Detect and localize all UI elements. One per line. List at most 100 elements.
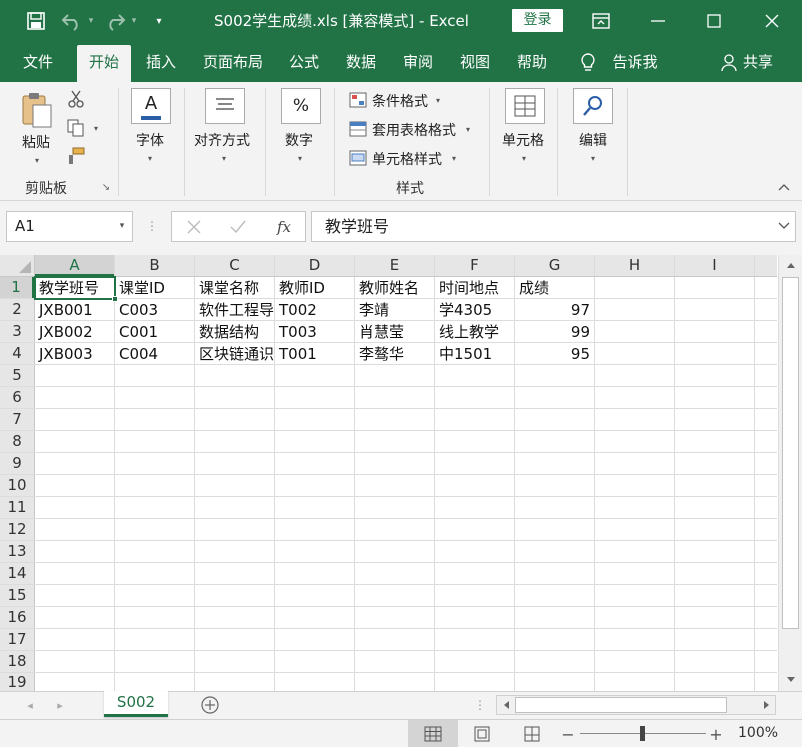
horizontal-scroll-thumb[interactable] bbox=[515, 697, 727, 713]
expand-formula-icon[interactable] bbox=[776, 219, 792, 233]
font-label[interactable]: 字体 bbox=[136, 130, 164, 150]
redo-dropdown-icon[interactable]: ▾ bbox=[129, 14, 139, 28]
more-options-icon[interactable]: ⋮ bbox=[146, 216, 158, 236]
row-header-14[interactable]: 14 bbox=[0, 563, 34, 584]
select-all-corner[interactable] bbox=[0, 255, 34, 276]
lightbulb-icon[interactable] bbox=[578, 52, 598, 74]
ribbon-display-options-icon[interactable] bbox=[590, 11, 612, 31]
close-icon[interactable] bbox=[762, 11, 782, 31]
sheet-tab-s002[interactable]: S002 bbox=[104, 691, 168, 717]
cell-b1[interactable]: 课堂ID bbox=[115, 277, 194, 299]
tab-home[interactable]: 开始 bbox=[77, 45, 131, 82]
column-header-g[interactable]: G bbox=[515, 255, 594, 276]
format-painter-icon[interactable] bbox=[66, 146, 86, 166]
horizontal-scrollbar[interactable] bbox=[496, 695, 776, 715]
vertical-scrollbar[interactable] bbox=[778, 255, 802, 691]
tab-view[interactable]: 视图 bbox=[453, 42, 497, 82]
cell-a2[interactable]: JXB001 bbox=[35, 299, 114, 321]
cell-styles-icon[interactable] bbox=[348, 149, 368, 167]
collapse-ribbon-icon[interactable] bbox=[776, 180, 792, 194]
zoom-level[interactable]: 100% bbox=[738, 725, 778, 741]
cell-a4[interactable]: JXB003 bbox=[35, 343, 114, 365]
format-as-table-icon[interactable] bbox=[348, 120, 368, 138]
row-header-19[interactable]: 19 bbox=[0, 673, 34, 691]
customize-qat-icon[interactable]: ▾ bbox=[152, 13, 166, 29]
tab-insert[interactable]: 插入 bbox=[139, 42, 183, 82]
login-button[interactable]: 登录 bbox=[512, 9, 563, 32]
conditional-format-icon[interactable] bbox=[348, 91, 368, 109]
alignment-label[interactable]: 对齐方式 bbox=[194, 130, 250, 150]
fill-handle[interactable] bbox=[112, 296, 118, 302]
cell-f4[interactable]: 中1501 bbox=[435, 343, 514, 365]
font-dropdown-icon[interactable]: ▾ bbox=[148, 154, 152, 163]
name-box[interactable]: A1 bbox=[6, 211, 133, 242]
cell-a3[interactable]: JXB002 bbox=[35, 321, 114, 343]
row-header-12[interactable]: 12 bbox=[0, 519, 34, 540]
tell-me-label[interactable]: 告诉我 bbox=[604, 42, 666, 82]
cell-c1[interactable]: 课堂名称 bbox=[195, 277, 274, 299]
row-header-1[interactable]: 1 bbox=[0, 277, 34, 298]
cell-d2[interactable]: T002 bbox=[275, 299, 354, 321]
column-header-j[interactable] bbox=[755, 255, 777, 276]
row-header-16[interactable]: 16 bbox=[0, 607, 34, 628]
page-layout-view-icon[interactable] bbox=[472, 725, 492, 743]
cell-g2[interactable]: 97 bbox=[515, 299, 594, 321]
vertical-scroll-thumb[interactable] bbox=[782, 277, 799, 629]
tab-help[interactable]: 帮助 bbox=[510, 42, 554, 82]
share-button[interactable]: 共享 bbox=[740, 42, 776, 82]
cell-styles-label[interactable]: 单元格样式 bbox=[372, 149, 442, 169]
undo-icon[interactable] bbox=[60, 10, 84, 32]
scroll-right-icon[interactable] bbox=[759, 698, 773, 712]
cells-icon[interactable] bbox=[505, 88, 545, 124]
copy-dropdown-icon[interactable]: ▾ bbox=[94, 124, 98, 133]
editing-icon[interactable] bbox=[573, 88, 613, 124]
next-sheet-icon[interactable]: ▸ bbox=[52, 697, 68, 713]
cell-f3[interactable]: 线上教学 bbox=[435, 321, 514, 343]
insert-function-icon[interactable]: fx bbox=[272, 216, 296, 238]
maximize-icon[interactable] bbox=[704, 11, 724, 31]
add-sheet-icon[interactable] bbox=[200, 695, 220, 715]
row-header-13[interactable]: 13 bbox=[0, 541, 34, 562]
cell-c3[interactable]: 数据结构 bbox=[195, 321, 274, 343]
cell-b3[interactable]: C001 bbox=[115, 321, 194, 343]
row-header-4[interactable]: 4 bbox=[0, 343, 34, 364]
column-header-f[interactable]: F bbox=[435, 255, 514, 276]
row-header-11[interactable]: 11 bbox=[0, 497, 34, 518]
user-icon[interactable] bbox=[719, 53, 739, 73]
editing-dropdown-icon[interactable]: ▾ bbox=[591, 154, 595, 163]
zoom-in-icon[interactable]: + bbox=[708, 725, 724, 744]
scroll-up-icon[interactable] bbox=[783, 257, 799, 273]
column-header-e[interactable]: E bbox=[355, 255, 434, 276]
minimize-icon[interactable] bbox=[648, 11, 668, 31]
cell-f2[interactable]: 学4305 bbox=[435, 299, 514, 321]
row-header-10[interactable]: 10 bbox=[0, 475, 34, 496]
cell-c2[interactable]: 软件工程导论 bbox=[195, 299, 274, 321]
cut-icon[interactable] bbox=[66, 89, 86, 109]
row-header-18[interactable]: 18 bbox=[0, 651, 34, 672]
cell-e1[interactable]: 教师姓名 bbox=[355, 277, 434, 299]
row-header-17[interactable]: 17 bbox=[0, 629, 34, 650]
column-header-c[interactable]: C bbox=[195, 255, 274, 276]
cell-g4[interactable]: 95 bbox=[515, 343, 594, 365]
cell-b4[interactable]: C004 bbox=[115, 343, 194, 365]
column-header-d[interactable]: D bbox=[275, 255, 354, 276]
cell-b2[interactable]: C003 bbox=[115, 299, 194, 321]
cancel-entry-icon[interactable] bbox=[184, 218, 204, 236]
zoom-out-icon[interactable]: − bbox=[560, 725, 576, 744]
row-header-5[interactable]: 5 bbox=[0, 365, 34, 386]
column-header-b[interactable]: B bbox=[115, 255, 194, 276]
column-header-i[interactable]: I bbox=[675, 255, 754, 276]
font-icon[interactable]: A bbox=[131, 88, 171, 124]
alignment-icon[interactable] bbox=[205, 88, 245, 124]
row-header-6[interactable]: 6 bbox=[0, 387, 34, 408]
cell-g3[interactable]: 99 bbox=[515, 321, 594, 343]
cell-e3[interactable]: 肖慧莹 bbox=[355, 321, 434, 343]
redo-icon[interactable] bbox=[103, 10, 127, 32]
name-box-dropdown-icon[interactable]: ▾ bbox=[116, 219, 128, 233]
editing-label[interactable]: 编辑 bbox=[579, 130, 607, 150]
previous-sheet-icon[interactable]: ◂ bbox=[22, 697, 38, 713]
tab-split-handle-icon[interactable]: ⋮ bbox=[474, 696, 486, 714]
cell-e4[interactable]: 李骜华 bbox=[355, 343, 434, 365]
undo-dropdown-icon[interactable]: ▾ bbox=[86, 14, 96, 28]
row-header-8[interactable]: 8 bbox=[0, 431, 34, 452]
